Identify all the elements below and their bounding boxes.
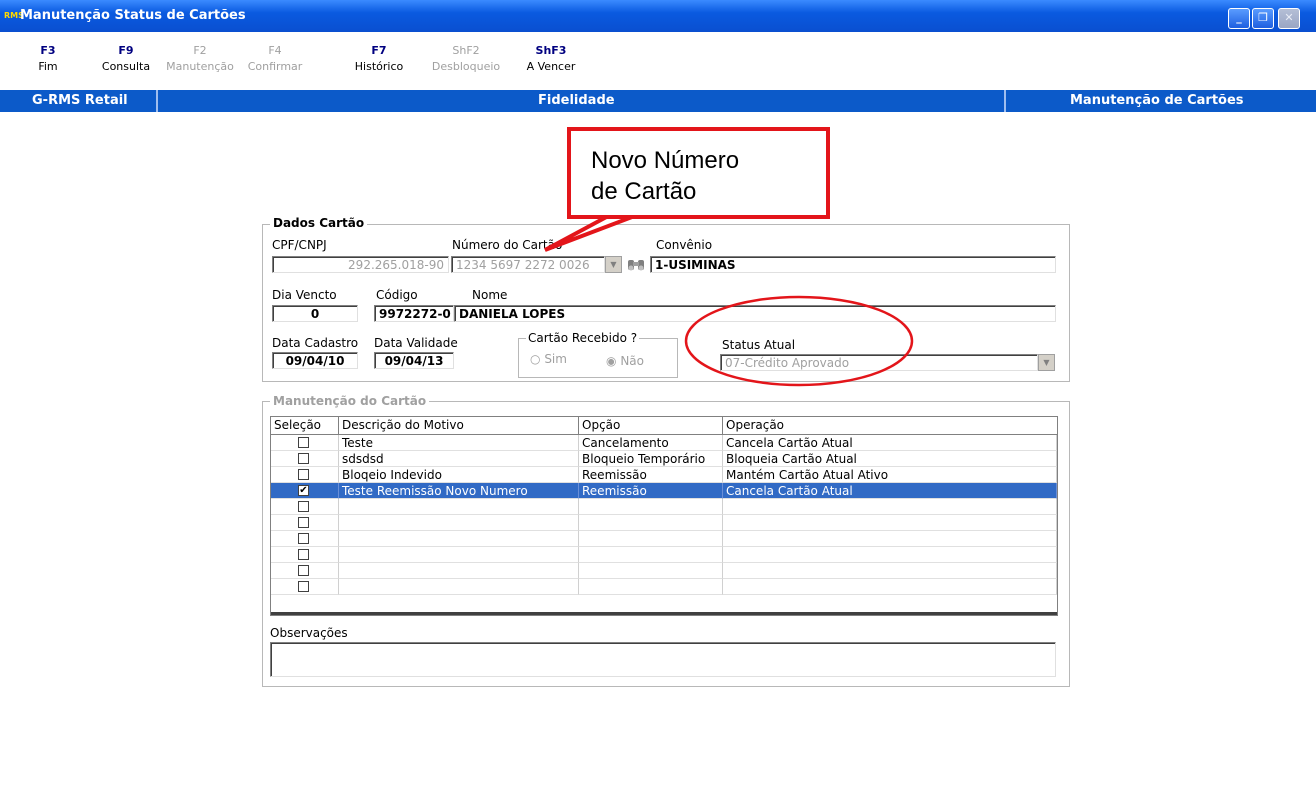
annotation-overlay [544,212,914,387]
annotation-callout: Novo Número de Cartão [567,127,830,219]
callout-line-1: Novo Número [591,147,740,174]
callout-text: Novo Número de Cartão [591,145,739,207]
status-highlight-ellipse [684,295,914,387]
callout-line-2: de Cartão [591,178,697,205]
callout-pointer [544,212,641,252]
